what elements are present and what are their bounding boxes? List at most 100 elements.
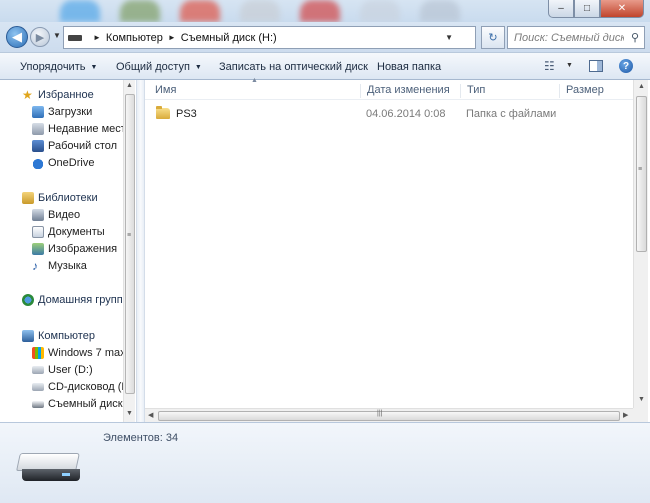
file-row[interactable]: PS3 04.06.2014 0:08 Папка с файлами	[145, 106, 633, 124]
scroll-down-icon[interactable]: ▼	[126, 410, 133, 417]
cd-drive-icon	[32, 383, 44, 391]
file-list-horizontal-scrollbar[interactable]: ◀ ||| ▶	[145, 408, 633, 422]
burn-button[interactable]: Записать на оптический диск	[219, 61, 368, 73]
file-date: 04.06.2014 0:08	[366, 108, 446, 120]
nav-item-pictures[interactable]: Изображения	[32, 243, 124, 255]
breadcrumb-separator-icon[interactable]: ►	[93, 33, 101, 42]
nav-group-homegroup[interactable]: Домашняя группа	[22, 294, 129, 306]
command-bar: Упорядочить ▼ Общий доступ ▼ Записать на о…	[0, 52, 650, 80]
nav-item-label: Windows 7 max-l	[48, 347, 124, 359]
scrollbar-thumb[interactable]	[158, 411, 620, 421]
nav-item-label: Музыка	[48, 260, 87, 272]
nav-item-cd-drive[interactable]: CD-дисковод (F:)	[32, 381, 124, 393]
address-bar[interactable]: ► Компьютер ► Съемный диск (H:) ▼	[63, 26, 476, 49]
nav-item-recent-places[interactable]: Недавние места	[32, 123, 124, 135]
nav-group-label: Избранное	[38, 89, 94, 101]
maximize-button[interactable]: □	[574, 0, 600, 18]
libraries-icon	[22, 192, 34, 204]
search-icon[interactable]: ⚲	[631, 31, 639, 44]
column-header-date[interactable]: Дата изменения	[360, 84, 450, 98]
recent-places-icon	[32, 123, 44, 135]
nav-item-label: User (D:)	[48, 364, 93, 376]
chevron-down-icon: ▼	[194, 64, 202, 71]
nav-group-label: Компьютер	[38, 330, 95, 342]
breadcrumb-separator-icon[interactable]: ►	[168, 33, 176, 42]
downloads-icon	[32, 106, 44, 118]
minimize-button[interactable]: –	[548, 0, 574, 18]
nav-group-favorites[interactable]: ★ Избранное	[22, 89, 94, 101]
breadcrumb-removable-disk[interactable]: Съемный диск (H:)	[181, 32, 277, 44]
drive-front	[22, 469, 80, 481]
details-pane: Элементов: 34	[0, 422, 650, 503]
address-dropdown-icon[interactable]: ▼	[445, 33, 453, 42]
organize-button[interactable]: Упорядочить ▼	[20, 61, 97, 73]
nav-item-music[interactable]: ♪ Музыка	[32, 260, 124, 272]
blurred-icon	[360, 0, 400, 22]
computer-icon	[22, 330, 34, 342]
file-type: Папка с файлами	[466, 108, 557, 120]
close-button[interactable]: ✕	[600, 0, 644, 18]
recent-pages-dropdown-icon[interactable]: ▼	[53, 31, 61, 40]
nav-group-libraries[interactable]: Библиотеки	[22, 192, 98, 204]
preview-pane-icon[interactable]	[589, 60, 603, 72]
document-icon	[32, 226, 44, 238]
blurred-icon	[300, 0, 340, 22]
sort-arrow-icon: ▲	[251, 77, 258, 84]
nav-item-removable-disk[interactable]: Съемный диск (H:)	[32, 398, 124, 410]
file-list: ▲ Имя Дата изменения Тип Размер PS3 04.0…	[145, 77, 633, 408]
scroll-right-icon[interactable]: ▶	[623, 411, 628, 419]
file-list-vertical-scrollbar[interactable]: ▲ ≡ ▼	[633, 80, 648, 408]
pane-splitter[interactable]	[136, 80, 145, 422]
nav-group-label: Библиотеки	[38, 192, 98, 204]
hard-drive-icon	[32, 366, 44, 374]
scrollbar-thumb[interactable]	[125, 94, 135, 394]
drive-led	[62, 473, 70, 476]
nav-item-windows-drive[interactable]: Windows 7 max-l	[32, 347, 124, 359]
windows-drive-icon	[32, 347, 44, 359]
blurred-icon	[120, 0, 160, 22]
scrollbar-thumb[interactable]	[636, 96, 647, 252]
new-folder-button[interactable]: Новая папка	[377, 61, 441, 73]
background-taskbar-blur	[60, 0, 460, 22]
nav-item-desktop[interactable]: Рабочий стол	[32, 140, 124, 152]
removable-drive-large-icon	[16, 453, 80, 483]
nav-item-video[interactable]: Видео	[32, 209, 124, 221]
star-icon: ★	[22, 88, 33, 102]
navigation-scrollbar[interactable]: ▲ ≡ ▼	[123, 80, 135, 422]
scroll-up-icon[interactable]: ▲	[638, 83, 645, 90]
scroll-down-icon[interactable]: ▼	[638, 396, 645, 403]
blurred-icon	[420, 0, 460, 22]
nav-group-computer[interactable]: Компьютер	[22, 330, 95, 342]
breadcrumb-computer[interactable]: Компьютер	[106, 32, 163, 44]
share-button[interactable]: Общий доступ ▼	[116, 61, 202, 73]
change-view-icon[interactable]: ☷	[544, 59, 555, 73]
column-header-type[interactable]: Тип	[460, 84, 485, 98]
nav-item-documents[interactable]: Документы	[32, 226, 124, 238]
back-button[interactable]: ◀	[6, 26, 28, 48]
scroll-up-icon[interactable]: ▲	[126, 82, 133, 89]
nav-item-label: Рабочий стол	[48, 140, 118, 152]
search-input[interactable]	[514, 31, 624, 44]
nav-item-downloads[interactable]: Загрузки	[32, 106, 124, 118]
navigation-pane: ★ Избранное Загрузки Недавние места Рабо…	[0, 80, 136, 422]
organize-label: Упорядочить	[20, 61, 86, 73]
search-box[interactable]: ⚲	[507, 26, 645, 49]
nav-item-user-drive[interactable]: User (D:)	[32, 364, 124, 376]
nav-group-label: Домашняя группа	[38, 294, 129, 306]
scroll-left-icon[interactable]: ◀	[148, 411, 153, 419]
view-options-dropdown-icon[interactable]: ▼	[566, 62, 573, 69]
nav-item-onedrive[interactable]: OneDrive	[32, 157, 124, 169]
nav-item-label: OneDrive	[48, 157, 95, 169]
desktop-icon	[32, 140, 44, 152]
column-header-size[interactable]: Размер	[559, 84, 604, 98]
blurred-icon	[180, 0, 220, 22]
nav-item-label: Видео	[48, 209, 81, 221]
forward-button[interactable]: ▶	[30, 27, 50, 47]
help-icon[interactable]: ?	[619, 59, 633, 73]
blurred-icon	[60, 0, 100, 22]
column-header-name[interactable]: Имя	[149, 84, 176, 98]
scrollbar-grip-icon: ≡	[127, 232, 132, 239]
address-row: ◀ ▶ ▼ ► Компьютер ► Съемный диск (H:) ▼ …	[0, 22, 650, 52]
scrollbar-grip-icon: ≡	[638, 166, 643, 173]
refresh-button[interactable]: ↻	[481, 26, 505, 49]
